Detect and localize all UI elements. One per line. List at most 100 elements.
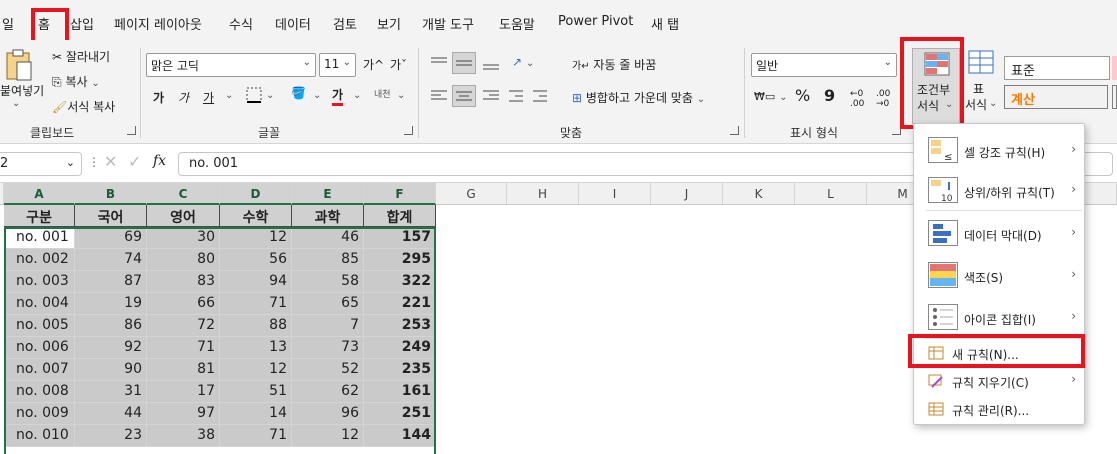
tab-developer[interactable]: 개발 도구 <box>422 14 474 33</box>
row-id-cell[interactable]: no. 008 <box>4 381 75 403</box>
table-cell[interactable]: 65 <box>292 293 364 315</box>
table-cell[interactable]: 97 <box>147 403 220 425</box>
tab-power-pivot[interactable]: Power Pivot <box>558 14 633 29</box>
column-header-d[interactable]: D <box>220 183 292 205</box>
row-id-cell[interactable]: no. 006 <box>4 337 75 359</box>
style-calculation[interactable]: 계산 <box>1004 85 1108 109</box>
comma-button[interactable]: 9 <box>824 86 835 105</box>
table-header-cell[interactable]: 합계 <box>364 205 436 227</box>
menu-item-top-bottom-rules[interactable]: 10 상위/하위 규칙(T) › <box>914 170 1084 210</box>
tab-view[interactable]: 보기 <box>377 14 401 33</box>
table-cell[interactable]: 322 <box>364 271 436 293</box>
table-cell[interactable]: 17 <box>147 381 220 403</box>
table-cell[interactable]: 51 <box>220 381 292 403</box>
table-header-cell[interactable]: 국어 <box>75 205 147 227</box>
menu-item-color-scales[interactable]: 색조(S) › <box>914 254 1084 296</box>
increase-indent-button[interactable] <box>531 87 549 108</box>
row-id-cell[interactable]: no. 002 <box>4 249 75 271</box>
table-cell[interactable]: 144 <box>364 425 436 447</box>
table-header-cell[interactable]: 과학 <box>292 205 364 227</box>
grow-font-button[interactable]: 가^ <box>363 56 384 73</box>
orientation-button[interactable]: ↗ ⌄ <box>512 55 534 69</box>
align-center-button[interactable] <box>452 85 476 107</box>
table-cell[interactable]: 14 <box>220 403 292 425</box>
table-cell[interactable]: 94 <box>220 271 292 293</box>
insert-function-icon[interactable]: fx <box>153 153 166 169</box>
table-header-cell[interactable]: 수학 <box>220 205 292 227</box>
table-cell[interactable]: 23 <box>75 425 147 447</box>
table-cell[interactable]: 38 <box>147 425 220 447</box>
confirm-entry-icon[interactable]: ✓ <box>128 152 141 171</box>
font-name-combo[interactable]: 맑은 고딕 ⌄ <box>146 53 316 77</box>
accounting-format-button[interactable]: ₩▭ ⌄ <box>754 89 788 103</box>
table-cell[interactable]: 87 <box>75 271 147 293</box>
percent-button[interactable]: % <box>795 86 810 105</box>
fill-color-button[interactable]: 🪣 <box>291 86 306 100</box>
table-cell[interactable]: 30 <box>147 227 220 249</box>
tab-formulas[interactable]: 수식 <box>229 14 253 33</box>
table-cell[interactable]: 12 <box>220 359 292 381</box>
column-header-k[interactable]: K <box>723 183 795 205</box>
table-cell[interactable]: 72 <box>147 315 220 337</box>
row-id-cell[interactable]: no. 001 <box>4 227 75 249</box>
table-cell[interactable]: 235 <box>364 359 436 381</box>
decrease-indent-button[interactable] <box>507 87 525 108</box>
table-cell[interactable]: 295 <box>364 249 436 271</box>
table-cell[interactable]: 62 <box>292 381 364 403</box>
merge-center-button[interactable]: ⊞ 병합하고 가운데 맞춤 ⌄ <box>572 89 705 106</box>
row-id-cell[interactable]: no. 007 <box>4 359 75 381</box>
menu-item-clear-rules[interactable]: 규칙 지우기(C) › <box>914 370 1084 394</box>
table-cell[interactable]: 7 <box>292 315 364 337</box>
cancel-entry-icon[interactable]: ✕ <box>104 152 117 171</box>
menu-item-highlight-rules[interactable]: ≤ 셀 강조 규칙(H) › <box>914 130 1084 170</box>
table-cell[interactable]: 56 <box>220 249 292 271</box>
table-cell[interactable]: 251 <box>364 403 436 425</box>
align-middle-button[interactable] <box>452 52 476 74</box>
clipboard-launcher-icon[interactable] <box>127 126 136 135</box>
column-header-a[interactable]: A <box>4 183 75 205</box>
bold-button[interactable]: 가 <box>153 89 164 106</box>
table-cell[interactable]: 221 <box>364 293 436 315</box>
table-cell[interactable]: 71 <box>220 425 292 447</box>
tab-page-layout[interactable]: 페이지 레이아웃 <box>114 14 202 33</box>
row-id-cell[interactable]: no. 005 <box>4 315 75 337</box>
table-cell[interactable]: 96 <box>292 403 364 425</box>
cut-button[interactable]: ✂ 잘라내기 <box>52 48 110 65</box>
column-header-f[interactable]: F <box>364 183 436 205</box>
table-cell[interactable]: 69 <box>75 227 147 249</box>
copy-button[interactable]: ⎘ 복사 ⌄ <box>52 73 100 90</box>
table-cell[interactable]: 19 <box>75 293 147 315</box>
table-cell[interactable]: 71 <box>220 293 292 315</box>
tab-file[interactable]: 일 <box>2 14 14 33</box>
underline-dropdown-icon[interactable]: ⌄ <box>225 90 233 101</box>
menu-item-icon-sets[interactable]: 아이콘 집합(I) › <box>914 296 1084 338</box>
paste-label[interactable]: 붙여넣기 <box>0 82 44 99</box>
wrap-text-button[interactable]: 가↵ 자동 줄 바꿈 <box>572 56 656 73</box>
increase-decimal-button[interactable]: ←0.00 <box>850 89 864 109</box>
table-cell[interactable]: 249 <box>364 337 436 359</box>
table-cell[interactable]: 81 <box>147 359 220 381</box>
column-header-e[interactable]: E <box>292 183 364 205</box>
table-cell[interactable]: 80 <box>147 249 220 271</box>
column-header-i[interactable]: I <box>579 183 651 205</box>
table-header-cell[interactable]: 구분 <box>4 205 75 227</box>
table-cell[interactable]: 90 <box>75 359 147 381</box>
style-normal[interactable]: 표준 <box>1004 56 1110 80</box>
align-bottom-button[interactable] <box>480 54 502 75</box>
column-header-c[interactable]: C <box>147 183 220 205</box>
table-cell[interactable]: 71 <box>147 337 220 359</box>
table-cell[interactable]: 85 <box>292 249 364 271</box>
table-cell[interactable]: 12 <box>292 425 364 447</box>
table-cell[interactable]: 12 <box>220 227 292 249</box>
border-button[interactable] <box>246 87 262 106</box>
table-cell[interactable]: 46 <box>292 227 364 249</box>
table-cell[interactable]: 66 <box>147 293 220 315</box>
row-id-cell[interactable]: no. 004 <box>4 293 75 315</box>
table-cell[interactable]: 73 <box>292 337 364 359</box>
format-as-table-button[interactable]: 표 서식 ⌄ <box>965 48 1003 124</box>
tab-data[interactable]: 데이터 <box>275 14 311 33</box>
style-check-partial[interactable] <box>1112 85 1117 109</box>
italic-button[interactable]: 가 <box>178 89 189 106</box>
decrease-decimal-button[interactable]: .00 →0 <box>876 89 890 109</box>
tab-review[interactable]: 검토 <box>333 14 357 33</box>
